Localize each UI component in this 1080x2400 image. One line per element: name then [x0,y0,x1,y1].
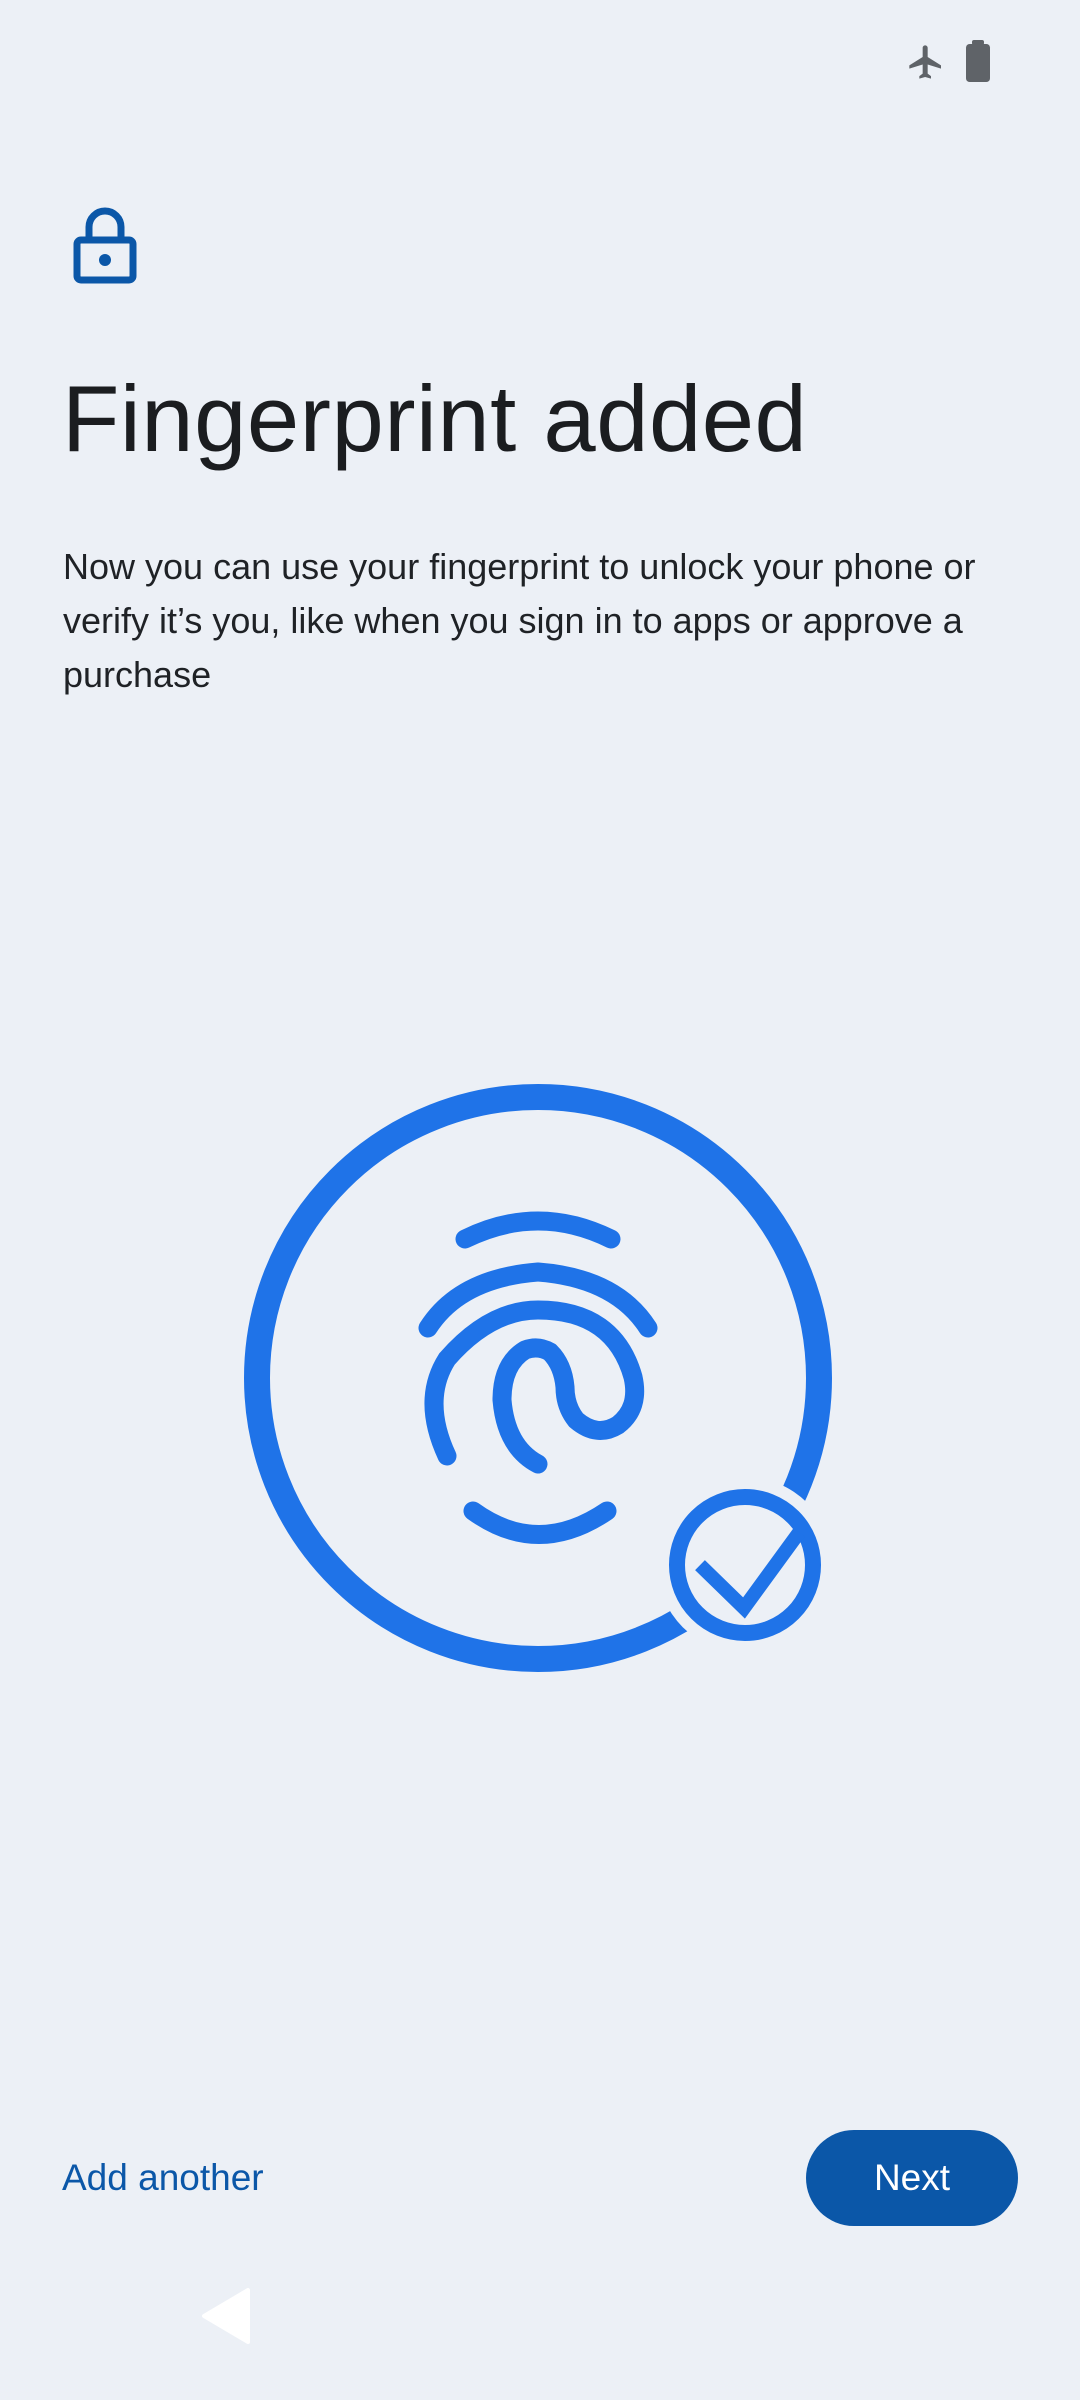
back-triangle-icon[interactable] [200,2288,252,2344]
status-bar [0,0,1080,120]
checkmark-badge [657,1477,833,1653]
airplane-mode-icon [909,45,941,79]
fingerprint-illustration [240,1080,840,1680]
page-title: Fingerprint added [62,366,808,471]
page-description: Now you can use your fingerprint to unlo… [63,546,976,695]
fingerprint-icon [418,1211,658,1544]
battery-icon [966,40,990,82]
lock-icon [73,207,137,284]
add-another-button[interactable]: Add another [62,2148,264,2208]
next-button[interactable]: Next [806,2130,1018,2226]
